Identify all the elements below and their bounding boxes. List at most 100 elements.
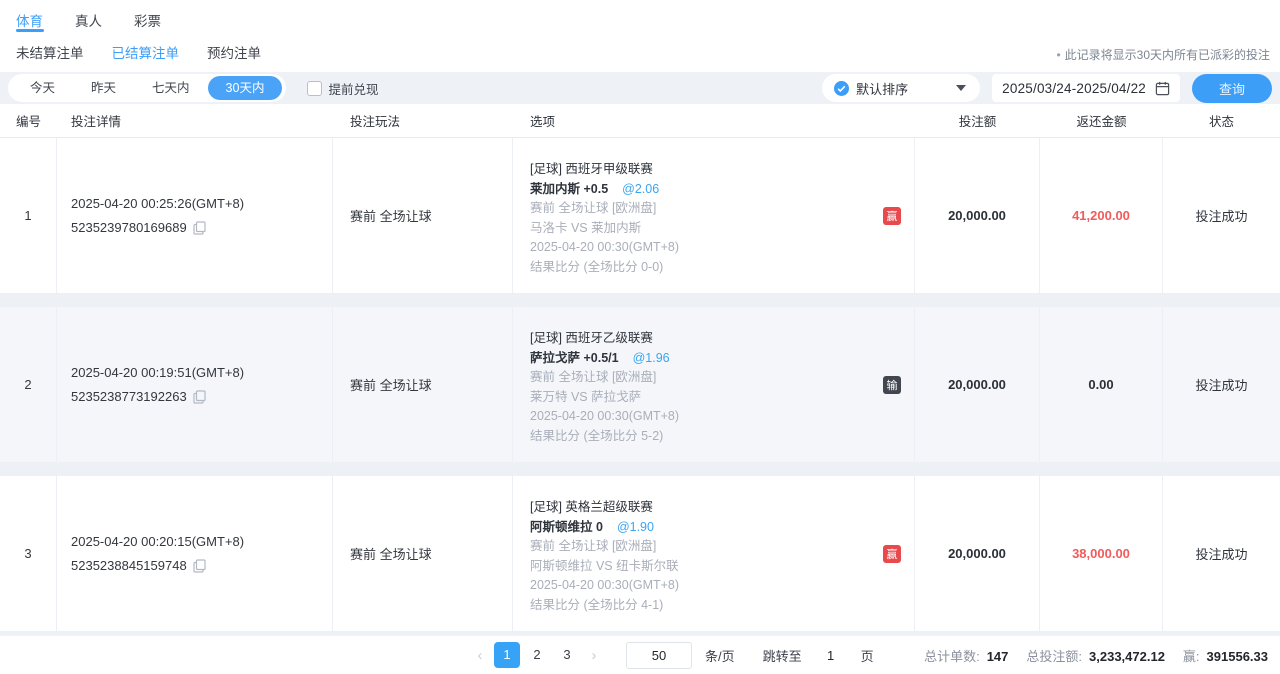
- jump-to-label: 跳转至: [763, 646, 802, 665]
- copy-icon[interactable]: [193, 221, 206, 235]
- match-time: 2025-04-20 00:30(GMT+8): [530, 238, 914, 258]
- bet-options-cell: [足球] 英格兰超级联赛 阿斯顿维拉 0@1.90 赛前 全场让球 [欧洲盘] …: [513, 476, 915, 631]
- filter-bar: 今天 昨天 七天内 30天内 提前兑现 默认排序 2025/03/24-2025…: [0, 72, 1280, 104]
- total-amount-label: 总投注额:: [1026, 646, 1082, 665]
- date-range-input[interactable]: 2025/03/24-2025/04/22: [992, 74, 1180, 102]
- chevron-right-icon[interactable]: ›: [584, 647, 604, 664]
- filter-right-group: 默认排序 2025/03/24-2025/04/22 查询: [822, 74, 1272, 103]
- filter-30-days[interactable]: 30天内: [208, 76, 283, 100]
- chevron-left-icon[interactable]: ‹: [470, 647, 490, 664]
- bet-time: 2025-04-20 00:20:15(GMT+8): [71, 534, 332, 549]
- chevron-down-icon: [956, 85, 966, 91]
- match-time: 2025-04-20 00:30(GMT+8): [530, 407, 914, 427]
- settled-bets-page: 体育 真人 彩票 未结算注单 已结算注单 预约注单 •此记录将显示30天内所有已…: [0, 0, 1280, 674]
- calendar-icon: [1155, 81, 1170, 96]
- result-score: 结果比分 (全场比分 4-1): [530, 596, 914, 616]
- tab-live[interactable]: 真人: [75, 10, 102, 32]
- selection-line: 莱加内斯 +0.5@2.06: [530, 180, 914, 200]
- records-note: •此记录将显示30天内所有已派彩的投注: [1056, 46, 1270, 63]
- match-teams: 莱万特 VS 萨拉戈萨: [530, 388, 914, 408]
- total-count-label: 总计单数:: [924, 646, 980, 665]
- column-header-return: 返还金额: [1040, 111, 1163, 130]
- early-cashout-filter: 提前兑现: [307, 79, 378, 98]
- column-header-no: 编号: [0, 111, 57, 130]
- bet-time: 2025-04-20 00:25:26(GMT+8): [71, 196, 332, 211]
- tab-reserved-bets[interactable]: 预约注单: [207, 42, 261, 62]
- match-teams: 马洛卡 VS 莱加内斯: [530, 219, 914, 239]
- result-score: 结果比分 (全场比分 0-0): [530, 258, 914, 278]
- column-header-play: 投注玩法: [333, 111, 513, 130]
- result-badge: 赢: [883, 545, 901, 563]
- market-line: 赛前 全场让球 [欧洲盘]: [530, 368, 914, 388]
- jump-page-input[interactable]: [814, 642, 848, 668]
- column-header-amount: 投注额: [915, 111, 1040, 130]
- bullet-icon: •: [1056, 48, 1060, 62]
- bet-status: 投注成功: [1163, 307, 1280, 462]
- odds-value: @2.06: [622, 182, 659, 196]
- row-number: 3: [0, 476, 57, 631]
- result-badge: 赢: [883, 207, 901, 225]
- bet-time: 2025-04-20 00:19:51(GMT+8): [71, 365, 332, 380]
- check-circle-icon: [834, 81, 849, 96]
- table-body: 1 2025-04-20 00:25:26(GMT+8) 52352397801…: [0, 138, 1280, 635]
- bet-options-cell: [足球] 西班牙乙级联赛 萨拉戈萨 +0.5/1@1.96 赛前 全场让球 [欧…: [513, 307, 915, 462]
- sort-selected-value: 默认排序: [856, 79, 908, 98]
- primary-tabs: 体育 真人 彩票: [0, 0, 1280, 32]
- bet-details-cell: 2025-04-20 00:25:26(GMT+8) 5235239780169…: [57, 138, 333, 293]
- column-header-options: 选项: [513, 111, 915, 130]
- column-header-status: 状态: [1163, 111, 1280, 130]
- pagination: ‹ 1 2 3 › 条/页 跳转至 页: [470, 642, 874, 669]
- filter-yesterday[interactable]: 昨天: [73, 76, 134, 100]
- totals-summary: 总计单数: 147 总投注额: 3,233,472.12 赢: 391556.3…: [906, 646, 1268, 665]
- copy-icon[interactable]: [193, 390, 206, 404]
- tab-unsettled-bets[interactable]: 未结算注单: [16, 42, 84, 62]
- bet-amount: 20,000.00: [915, 476, 1040, 631]
- total-win-label: 赢:: [1183, 646, 1200, 665]
- sort-select[interactable]: 默认排序: [822, 74, 980, 102]
- bet-play-type: 赛前 全场让球: [333, 476, 513, 631]
- tab-sports[interactable]: 体育: [16, 10, 43, 32]
- odds-value: @1.90: [617, 520, 654, 534]
- return-amount: 0.00: [1088, 377, 1113, 392]
- filter-7-days[interactable]: 七天内: [134, 76, 208, 100]
- total-amount-value: 3,233,472.12: [1089, 649, 1165, 664]
- result-score: 结果比分 (全场比分 5-2): [530, 427, 914, 447]
- table-header: 编号 投注详情 投注玩法 选项 投注额 返还金额 状态: [0, 104, 1280, 138]
- page-button-2[interactable]: 2: [524, 642, 550, 668]
- page-unit-label: 页: [861, 646, 874, 665]
- column-header-details: 投注详情: [57, 111, 333, 130]
- early-cashout-checkbox[interactable]: [307, 81, 322, 96]
- row-number: 1: [0, 138, 57, 293]
- date-range-value: 2025/03/24-2025/04/22: [1002, 81, 1146, 96]
- row-number: 2: [0, 307, 57, 462]
- bet-options-cell: [足球] 西班牙甲级联赛 莱加内斯 +0.5@2.06 赛前 全场让球 [欧洲盘…: [513, 138, 915, 293]
- tab-lottery[interactable]: 彩票: [134, 10, 161, 32]
- bet-status: 投注成功: [1163, 476, 1280, 631]
- total-win-value: 391556.33: [1207, 649, 1268, 664]
- page-button-1[interactable]: 1: [494, 642, 520, 668]
- league-name: [足球] 西班牙乙级联赛: [530, 329, 914, 349]
- selection-line: 阿斯顿维拉 0@1.90: [530, 518, 914, 538]
- bet-status: 投注成功: [1163, 138, 1280, 293]
- bet-details-cell: 2025-04-20 00:19:51(GMT+8) 5235238773192…: [57, 307, 333, 462]
- match-teams: 阿斯顿维拉 VS 纽卡斯尔联: [530, 557, 914, 577]
- selection-line: 萨拉戈萨 +0.5/1@1.96: [530, 349, 914, 369]
- market-line: 赛前 全场让球 [欧洲盘]: [530, 537, 914, 557]
- table-row: 1 2025-04-20 00:25:26(GMT+8) 52352397801…: [0, 138, 1280, 293]
- bet-id: 5235238773192263: [71, 389, 187, 404]
- copy-icon[interactable]: [193, 559, 206, 573]
- early-cashout-label: 提前兑现: [328, 79, 378, 98]
- page-button-3[interactable]: 3: [554, 642, 580, 668]
- league-name: [足球] 西班牙甲级联赛: [530, 160, 914, 180]
- date-range-segment: 今天 昨天 七天内 30天内: [8, 74, 286, 102]
- page-size-input[interactable]: [626, 642, 692, 669]
- filter-today[interactable]: 今天: [12, 76, 73, 100]
- search-button[interactable]: 查询: [1192, 74, 1272, 103]
- bet-id: 5235239780169689: [71, 220, 187, 235]
- bottom-bar: ‹ 1 2 3 › 条/页 跳转至 页 总计单数: 147 总投注额: 3,23…: [0, 635, 1280, 674]
- odds-value: @1.96: [633, 351, 670, 365]
- tab-settled-bets[interactable]: 已结算注单: [112, 42, 180, 62]
- table-row: 3 2025-04-20 00:20:15(GMT+8) 52352388451…: [0, 476, 1280, 631]
- bet-play-type: 赛前 全场让球: [333, 138, 513, 293]
- bet-play-type: 赛前 全场让球: [333, 307, 513, 462]
